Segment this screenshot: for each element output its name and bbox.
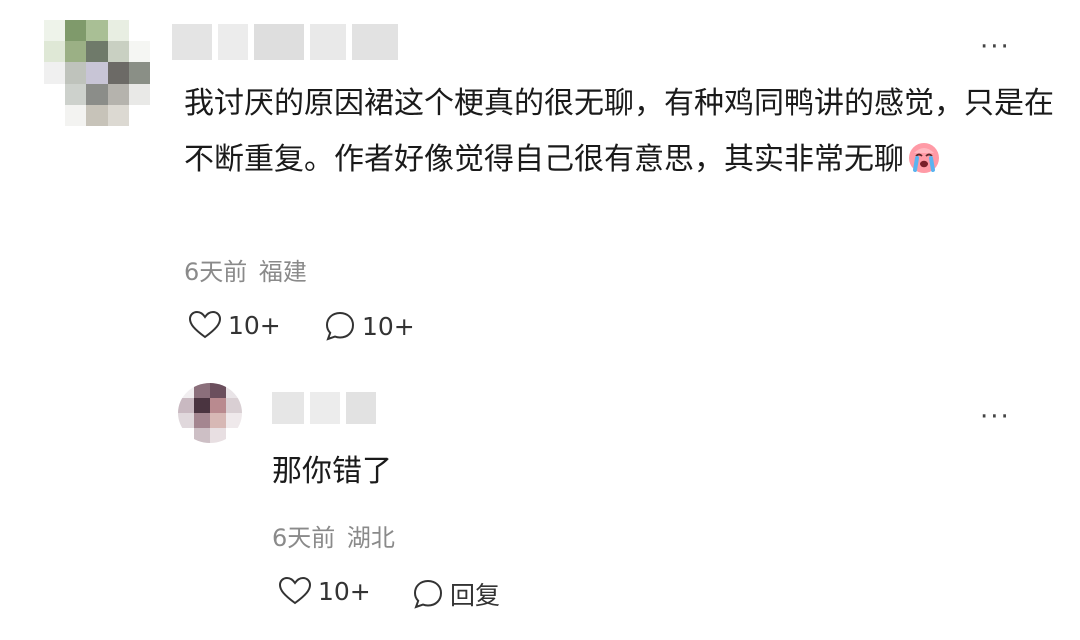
- comment-location: 福建: [258, 258, 307, 286]
- comment-bubble-icon: [413, 579, 443, 609]
- reply-meta: 6天前 湖北: [272, 518, 395, 553]
- crying-face-emoji-icon: [909, 143, 939, 173]
- reply-count-button[interactable]: 10+: [324, 310, 415, 342]
- reply-button-label: 回复: [450, 581, 501, 610]
- reply-avatar[interactable]: [178, 383, 242, 443]
- reply-button[interactable]: 回复: [412, 576, 500, 612]
- reply-username-blurred[interactable]: [272, 392, 382, 424]
- reply-more-options-icon[interactable]: ···: [980, 404, 1011, 430]
- more-options-icon[interactable]: ···: [980, 34, 1011, 60]
- avatar[interactable]: [44, 20, 150, 126]
- reply-like-button[interactable]: 10+: [278, 576, 371, 606]
- reply-location: 湖北: [346, 524, 395, 552]
- reply-time: 6天前: [272, 524, 336, 552]
- like-button[interactable]: 10+: [188, 310, 281, 340]
- reply-like-count: 10+: [318, 576, 371, 606]
- reply-count: 10+: [362, 311, 415, 341]
- comment-bubble-icon: [325, 311, 355, 341]
- heart-icon: [278, 576, 312, 605]
- comment-meta: 6天前 福建: [184, 252, 307, 287]
- username-blurred[interactable]: [172, 24, 412, 60]
- comment-time: 6天前: [184, 258, 248, 286]
- reply-text: 那你错了: [272, 454, 392, 489]
- heart-icon: [188, 310, 222, 339]
- like-count: 10+: [228, 310, 281, 340]
- comment-text: 我讨厌的原因裙这个梗真的很无聊，有种鸡同鸭讲的感觉，只是在不断重复。作者好像觉得…: [184, 76, 1064, 188]
